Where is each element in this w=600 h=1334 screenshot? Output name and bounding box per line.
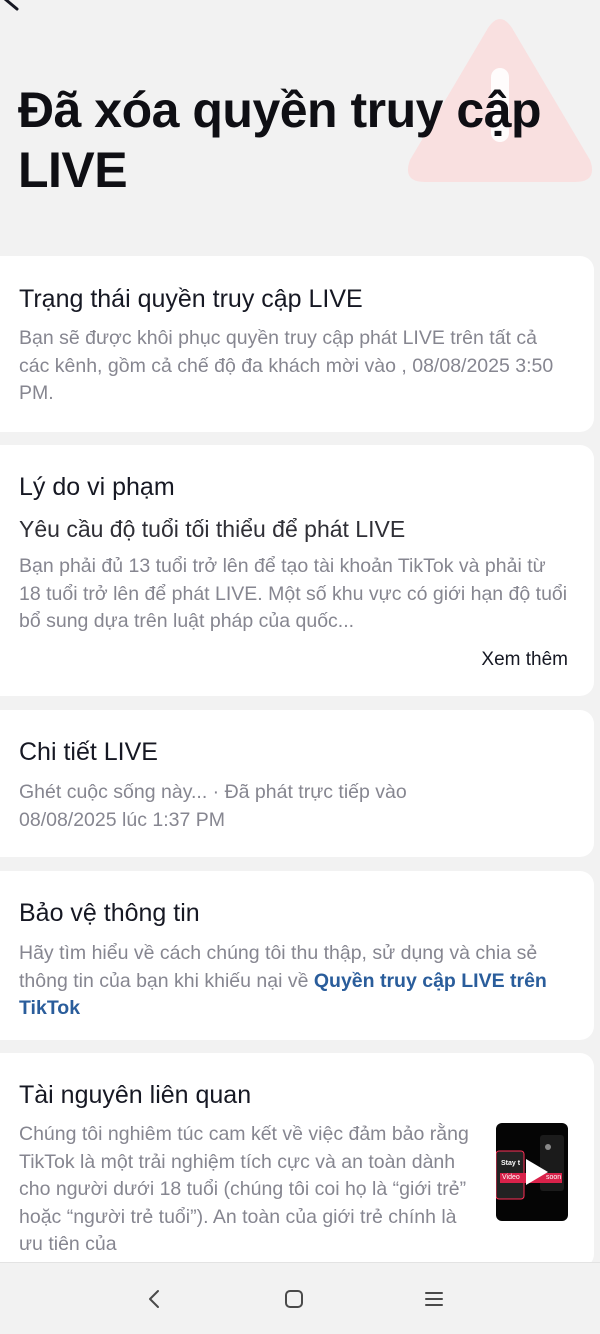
status-card-title: Trạng thái quyền truy cập LIVE	[19, 285, 363, 313]
privacy-card-title: Bảo vệ thông tin	[19, 899, 200, 927]
page-title: Đã xóa quyền truy cập LIVE	[18, 82, 542, 198]
resources-card[interactable]: Tài nguyên liên quan Chúng tôi nghiêm tú…	[0, 1053, 594, 1268]
resource-video-thumbnail[interactable]: Stay t Video soon	[496, 1123, 568, 1221]
violation-card-body: Bạn phải đủ 13 tuổi trở lên để tạo tài k…	[19, 555, 568, 632]
violation-rule: Yêu cầu độ tuổi tối thiểu để phát LIVE	[19, 516, 406, 542]
resources-card-body: Chúng tôi nghiêm túc cam kết về việc đảm…	[19, 1123, 469, 1255]
chevron-left-icon	[3, 0, 19, 11]
back-button[interactable]	[0, 0, 26, 12]
violation-card-title: Lý do vi phạm	[19, 473, 175, 501]
live-details-body: Ghét cuộc sống này... · Đã phát trực tiế…	[19, 781, 407, 831]
nav-home-button[interactable]	[282, 1287, 306, 1311]
nav-menu-icon	[425, 1292, 443, 1306]
see-more-link[interactable]: Xem thêm	[481, 649, 568, 671]
nav-back-button[interactable]	[143, 1287, 167, 1311]
nav-back-icon	[149, 1290, 159, 1308]
status-card-body: Bạn sẽ được khôi phục quyền truy cập phá…	[19, 327, 554, 404]
privacy-card-body: Hãy tìm hiểu về cách chúng tôi thu thập,…	[19, 940, 568, 1023]
resources-card-title: Tài nguyên liên quan	[19, 1081, 252, 1109]
violation-card: Lý do vi phạm Yêu cầu độ tuổi tối thiểu …	[0, 445, 594, 696]
system-nav-bar	[0, 1262, 600, 1334]
privacy-card: Bảo vệ thông tin Hãy tìm hiểu về cách ch…	[0, 871, 594, 1040]
nav-menu-button[interactable]	[422, 1287, 446, 1311]
status-card: Trạng thái quyền truy cập LIVE Bạn sẽ đư…	[0, 256, 594, 432]
live-details-card[interactable]: Chi tiết LIVE Ghét cuộc sống này... · Đã…	[0, 710, 594, 857]
nav-home-icon	[285, 1290, 303, 1308]
play-icon	[526, 1159, 548, 1185]
live-details-title: Chi tiết LIVE	[19, 738, 158, 766]
